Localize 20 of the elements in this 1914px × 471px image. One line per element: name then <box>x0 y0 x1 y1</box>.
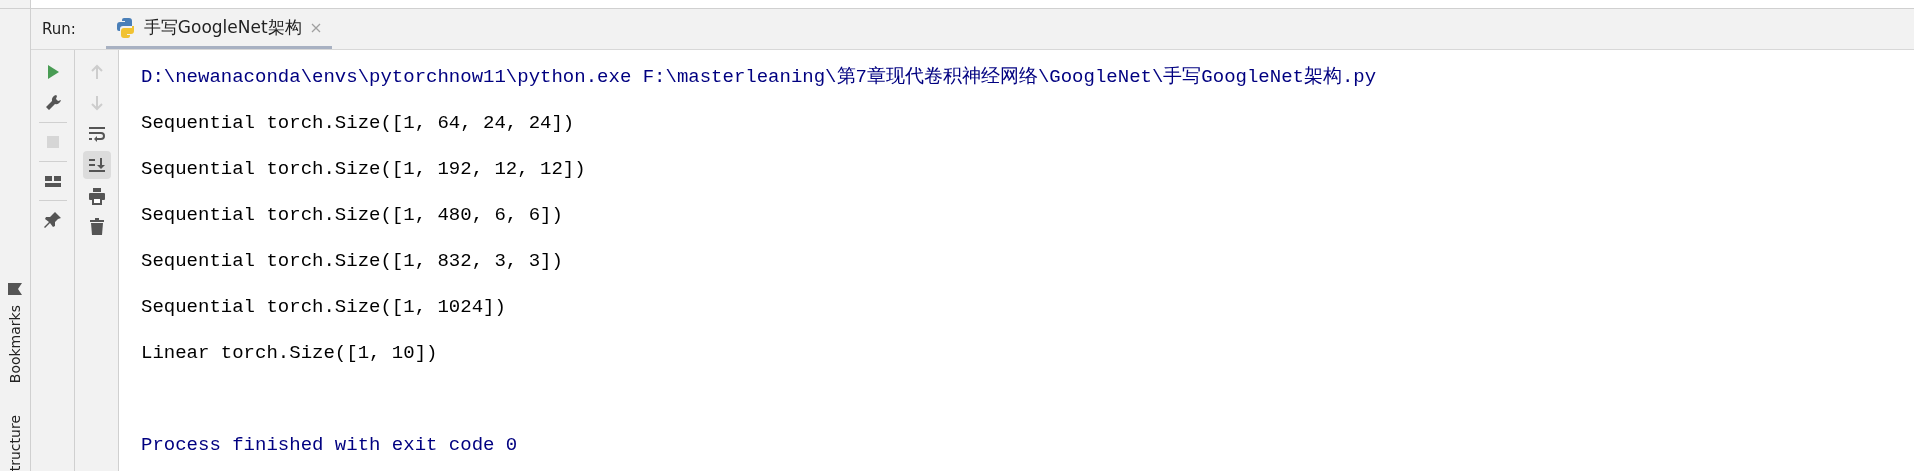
tool-window-tab[interactable]: tructure <box>7 389 23 471</box>
console-line: Sequential torch.Size([1, 64, 24, 24]) <box>141 111 576 136</box>
scroll-to-end-icon <box>86 155 107 175</box>
printer-icon <box>86 186 107 206</box>
python-icon <box>115 17 136 38</box>
console-line: Linear torch.Size([1, 10]) <box>141 341 439 366</box>
console-line: Sequential torch.Size([1, 480, 6, 6]) <box>141 203 564 228</box>
console-line: Sequential torch.Size([1, 192, 12, 12]) <box>141 157 587 182</box>
bookmark-icon <box>7 281 23 296</box>
pin-icon <box>42 210 63 230</box>
console-line: D:\newanaconda\envs\pytorchnow11\python.exe F:\masterleaning\第7章现代卷积神经网络\GoogleNet\手写GoogleNet架构.py <box>141 65 1378 90</box>
console-line: Process finished with exit code 0 <box>141 433 519 458</box>
console-line: Sequential torch.Size([1, 1024]) <box>141 295 507 320</box>
console-line: Sequential torch.Size([1, 832, 3, 3]) <box>141 249 564 274</box>
scroll-to-end-button[interactable] <box>82 151 111 179</box>
tool-window-tab[interactable]: Bookmarks <box>7 274 23 389</box>
run-label: Run: <box>41 20 77 38</box>
soft-wrap-icon <box>86 124 107 144</box>
close-icon <box>309 21 322 34</box>
run-tab[interactable]: 手写GoogleNet架构 <box>105 9 332 49</box>
